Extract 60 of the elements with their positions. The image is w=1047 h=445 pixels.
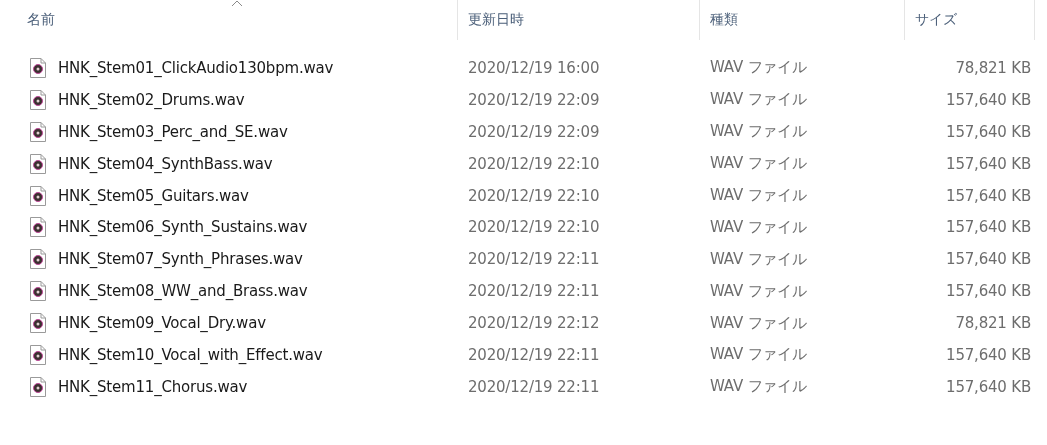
audio-file-icon (30, 344, 46, 365)
file-size: 157,640 KB (946, 377, 1031, 396)
audio-file-icon (30, 57, 46, 78)
file-size: 78,821 KB (955, 314, 1031, 333)
file-type: WAV ファイル (710, 377, 807, 397)
audio-file-icon (30, 121, 46, 142)
modified-date: 2020/12/19 22:12 (468, 314, 600, 333)
column-header[interactable]: サイズ (905, 0, 1035, 40)
file-type: WAV ファイル (710, 249, 807, 269)
modified-date: 2020/12/19 22:09 (468, 122, 600, 141)
file-name[interactable]: HNK_Stem11_Chorus.wav (58, 377, 248, 396)
column-header[interactable]: 種類 (700, 0, 905, 40)
file-size: 157,640 KB (946, 122, 1031, 141)
file-name[interactable]: HNK_Stem07_Synth_Phrases.wav (58, 250, 303, 269)
file-size: 157,640 KB (946, 250, 1031, 269)
file-size: 157,640 KB (946, 345, 1031, 364)
file-size: 157,640 KB (946, 218, 1031, 237)
modified-date: 2020/12/19 22:10 (468, 186, 600, 205)
audio-file-icon (30, 217, 46, 238)
file-name[interactable]: HNK_Stem01_ClickAudio130bpm.wav (58, 58, 334, 77)
file-size: 157,640 KB (946, 90, 1031, 109)
file-size: 78,821 KB (955, 58, 1031, 77)
file-name[interactable]: HNK_Stem05_Guitars.wav (58, 186, 249, 205)
modified-date: 2020/12/19 22:11 (468, 250, 600, 269)
audio-file-icon (30, 185, 46, 206)
file-name[interactable]: HNK_Stem06_Synth_Sustains.wav (58, 218, 308, 237)
file-name[interactable]: HNK_Stem03_Perc_and_SE.wav (58, 122, 288, 141)
file-type: WAV ファイル (710, 217, 807, 237)
file-name[interactable]: HNK_Stem04_SynthBass.wav (58, 154, 273, 173)
file-size: 157,640 KB (946, 186, 1031, 205)
modified-date: 2020/12/19 22:11 (468, 377, 600, 396)
file-type: WAV ファイル (710, 154, 807, 174)
modified-date: 2020/12/19 22:10 (468, 154, 600, 173)
file-name[interactable]: HNK_Stem09_Vocal_Dry.wav (58, 314, 266, 333)
file-name[interactable]: HNK_Stem02_Drums.wav (58, 90, 245, 109)
audio-file-icon (30, 249, 46, 270)
file-type: WAV ファイル (710, 58, 807, 78)
modified-date: 2020/12/19 16:00 (468, 58, 600, 77)
modified-date: 2020/12/19 22:10 (468, 218, 600, 237)
modified-date: 2020/12/19 22:11 (468, 282, 600, 301)
modified-date: 2020/12/19 22:09 (468, 90, 600, 109)
audio-file-icon (30, 313, 46, 334)
audio-file-icon (30, 376, 46, 397)
modified-date: 2020/12/19 22:11 (468, 345, 600, 364)
column-header[interactable]: 名前 (0, 0, 458, 40)
file-type: WAV ファイル (710, 90, 807, 110)
column-header[interactable]: 更新日時 (458, 0, 700, 40)
file-type: WAV ファイル (710, 281, 807, 301)
file-type: WAV ファイル (710, 345, 807, 365)
file-type: WAV ファイル (710, 186, 807, 205)
audio-file-icon (30, 89, 46, 110)
file-type: WAV ファイル (710, 122, 807, 142)
sort-caret-icon (230, 0, 243, 7)
file-name[interactable]: HNK_Stem08_WW_and_Brass.wav (58, 282, 308, 301)
audio-file-icon (30, 153, 46, 174)
audio-file-icon (30, 281, 46, 302)
file-name[interactable]: HNK_Stem10_Vocal_with_Effect.wav (58, 345, 323, 364)
file-size: 157,640 KB (946, 282, 1031, 301)
file-size: 157,640 KB (946, 154, 1031, 173)
file-type: WAV ファイル (710, 313, 807, 333)
